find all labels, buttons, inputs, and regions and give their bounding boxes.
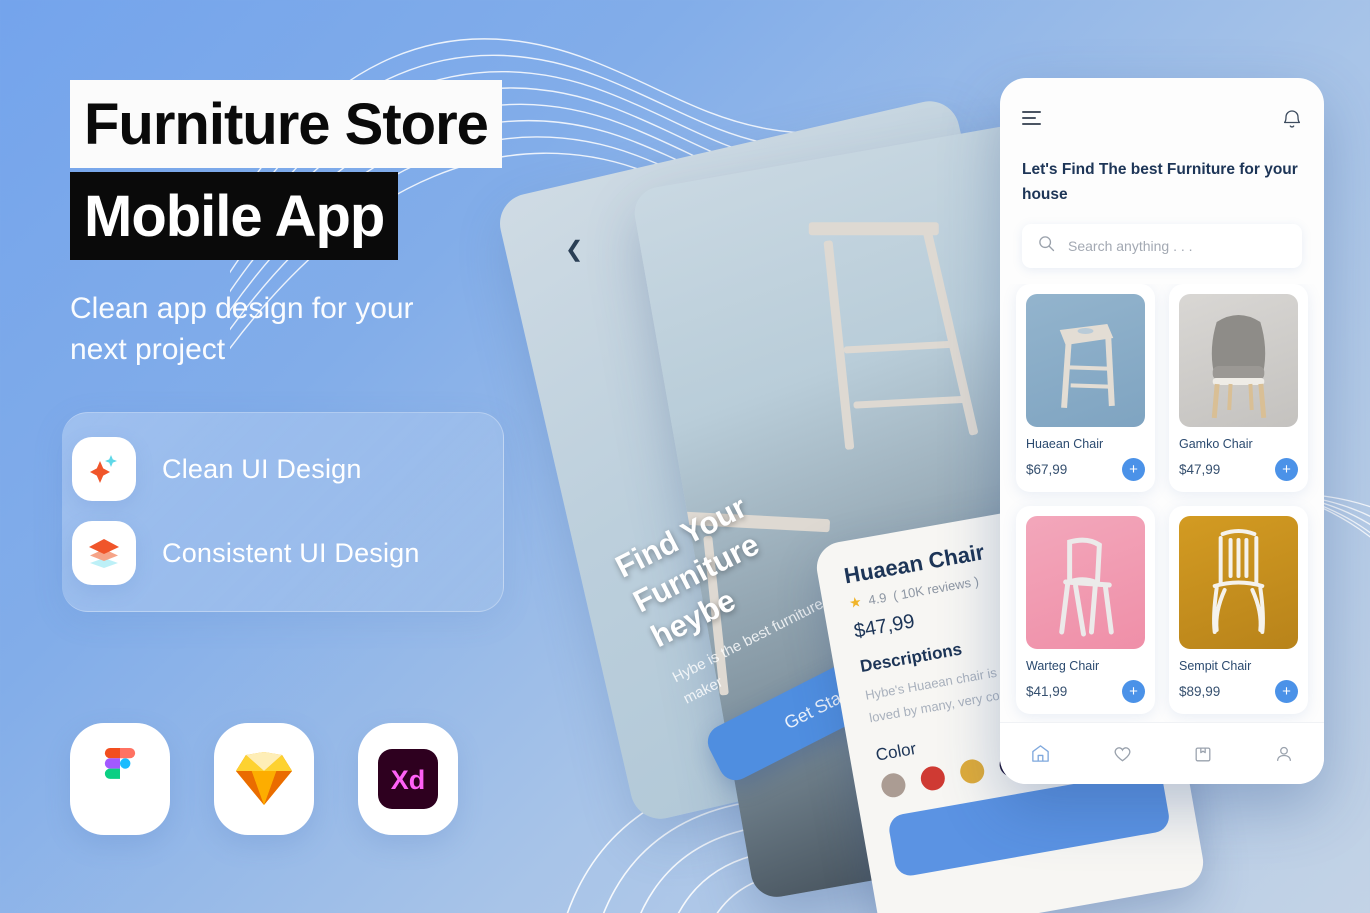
product-price-row: $47,99 + xyxy=(1179,458,1298,482)
product-price-row: $67,99 + xyxy=(1026,458,1145,482)
product-name: Huaean Chair xyxy=(1026,437,1104,452)
add-to-cart-button[interactable]: + xyxy=(1122,680,1145,704)
product-image-huaean-chair xyxy=(1026,294,1145,428)
product-image-warteg-chair xyxy=(1026,516,1145,650)
feature-item-clean-ui: Clean UI Design xyxy=(72,437,362,501)
color-swatch[interactable] xyxy=(879,770,908,799)
product-card[interactable]: Warteg Chair $41,99 + xyxy=(1016,506,1155,715)
search-bar[interactable] xyxy=(1022,224,1302,269)
hero-subtitle: Clean app design for your next project xyxy=(70,292,414,367)
color-swatch[interactable] xyxy=(958,757,987,785)
product-grid: Huaean Chair $67,99 + Gamko Chair $47,99… xyxy=(1000,284,1324,722)
phone-top-section: Let's Find The best Furniture for your h… xyxy=(1000,78,1324,269)
home-icon[interactable] xyxy=(1030,743,1051,764)
product-name: Gamko Chair xyxy=(1179,437,1253,452)
sparkle-icon xyxy=(72,437,136,501)
feature-item-consistent-ui: Consistent UI Design xyxy=(72,521,420,585)
product-card[interactable]: Gamko Chair $47,99 + xyxy=(1169,284,1308,493)
product-name: Sempit Chair xyxy=(1179,659,1252,674)
product-price-row: $89,99 + xyxy=(1179,680,1298,704)
bag-icon[interactable] xyxy=(1193,744,1213,764)
phone-headline: Let's Find The best Furniture for your h… xyxy=(1022,161,1298,204)
bell-icon[interactable] xyxy=(1282,108,1302,135)
product-image-gamko-chair xyxy=(1179,294,1298,428)
figma-icon xyxy=(70,723,170,835)
add-to-cart-button[interactable]: + xyxy=(1275,680,1298,704)
feature-glass-card: Clean UI Design Consistent UI Design xyxy=(62,412,504,612)
product-price-row: $41,99 + xyxy=(1026,680,1145,704)
product-price: $47,99 xyxy=(1179,462,1221,478)
star-icon: ★ xyxy=(847,593,863,612)
heart-icon[interactable] xyxy=(1112,743,1133,764)
bottom-tab-bar xyxy=(1000,722,1324,784)
phone-app-bar xyxy=(1022,108,1302,135)
feature-label: Clean UI Design xyxy=(162,453,362,484)
feature-label: Consistent UI Design xyxy=(162,537,420,568)
product-price: $67,99 xyxy=(1026,462,1068,478)
product-name: Warteg Chair xyxy=(1026,659,1100,674)
search-input[interactable] xyxy=(1068,238,1286,255)
product-price: $41,99 xyxy=(1026,684,1068,700)
color-swatch[interactable] xyxy=(918,763,947,792)
phone-mockup-home-screen: Let's Find The best Furniture for your h… xyxy=(1000,78,1324,784)
product-price: $89,99 xyxy=(1179,684,1221,700)
page-title-line-1: Furniture Store xyxy=(70,80,502,168)
add-to-cart-button[interactable]: + xyxy=(1122,458,1145,482)
hamburger-icon[interactable] xyxy=(1022,108,1041,125)
hero-section: Furniture Store Mobile App Clean app des… xyxy=(70,80,590,371)
sketch-icon xyxy=(214,723,314,835)
tool-icons-row: Xd xyxy=(70,723,458,835)
layers-icon xyxy=(72,521,136,585)
page-title-line-2: Mobile App xyxy=(70,172,399,260)
search-icon xyxy=(1038,235,1055,257)
add-to-cart-button[interactable]: + xyxy=(1275,458,1298,482)
adobe-xd-icon: Xd xyxy=(358,723,458,835)
product-card[interactable]: Huaean Chair $67,99 + xyxy=(1016,284,1155,493)
product-image-sempit-chair xyxy=(1179,516,1298,650)
product-card[interactable]: Sempit Chair $89,99 + xyxy=(1169,506,1308,715)
svg-text:Xd: Xd xyxy=(391,765,426,795)
detail-rating-value: 4.9 xyxy=(867,589,888,608)
profile-icon[interactable] xyxy=(1274,744,1294,764)
